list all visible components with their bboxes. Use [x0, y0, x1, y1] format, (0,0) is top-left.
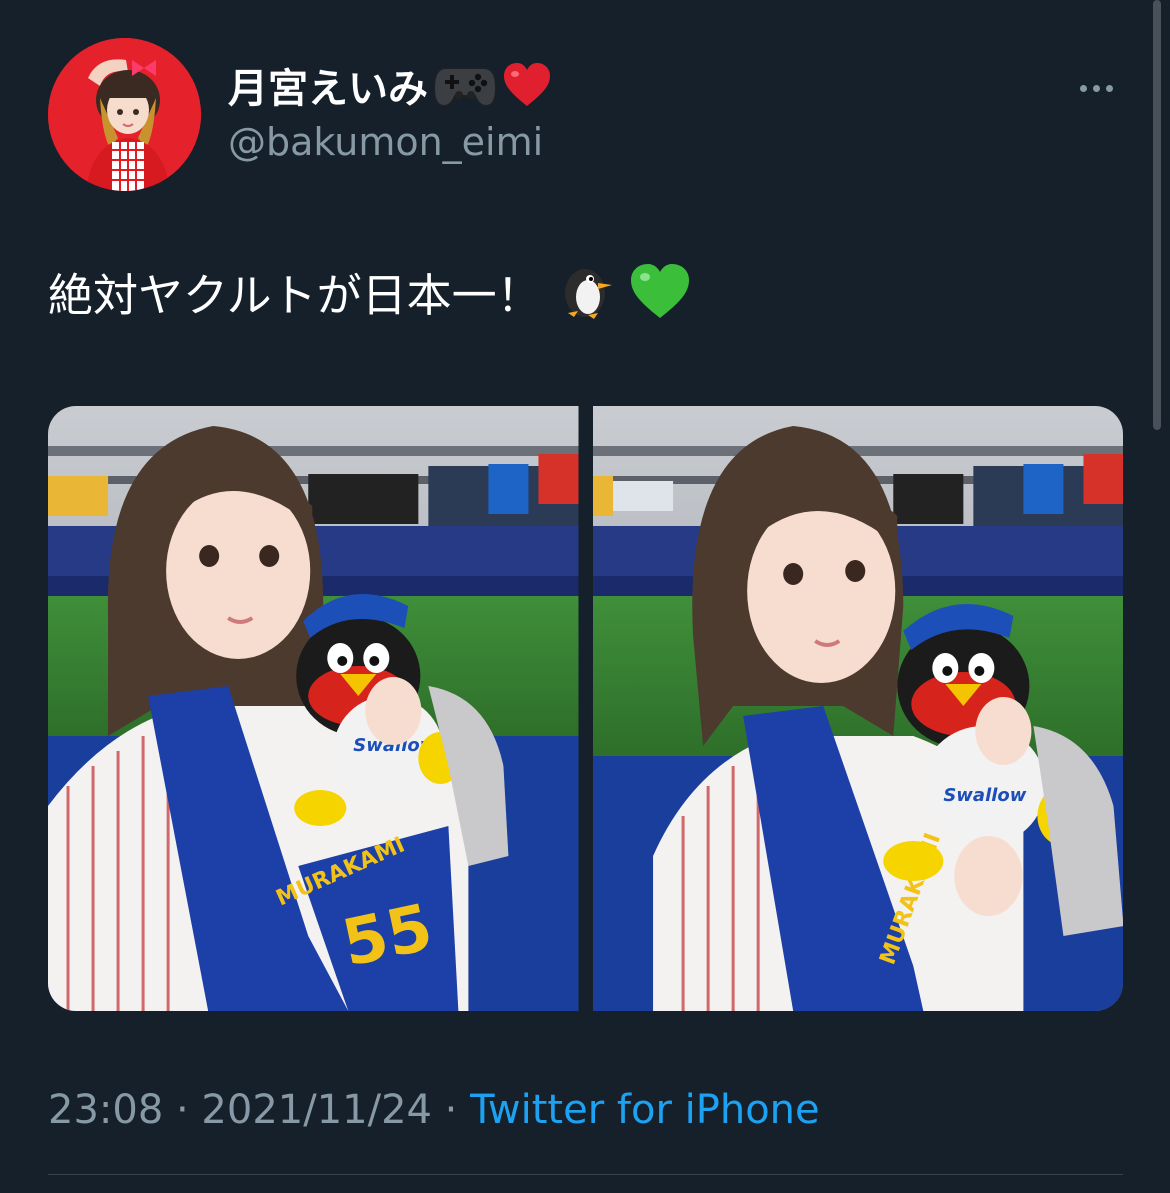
- scrollbar[interactable]: [1153, 0, 1161, 430]
- game-controller-icon: [432, 62, 498, 120]
- more-options-button[interactable]: [1068, 70, 1124, 106]
- timestamp[interactable]: 23:08 · 2021/11/24 ·: [48, 1087, 470, 1133]
- display-name-row[interactable]: 月宮えいみ: [228, 62, 552, 120]
- plush-logo: Swallow: [943, 785, 1026, 806]
- green-heart-icon: [628, 262, 692, 336]
- avatar[interactable]: [48, 38, 201, 191]
- media-grid: 55 MURAKAMI Swallows MURAKAMI Swallow: [48, 406, 1123, 1011]
- tweet-photo-1[interactable]: 55 MURAKAMI Swallows: [48, 406, 579, 1011]
- divider: [48, 1174, 1123, 1175]
- tweet-text: 絶対ヤクルトが日本一！: [48, 269, 542, 322]
- user-handle[interactable]: @bakumon_eimi: [228, 118, 543, 166]
- red-heart-icon: [502, 62, 552, 120]
- tweet-photo-2[interactable]: MURAKAMI Swallow: [592, 406, 1123, 1011]
- more-dot: [1105, 84, 1113, 92]
- tweet-text-row: 絶対ヤクルトが日本一！: [48, 262, 692, 336]
- more-dot: [1092, 84, 1100, 92]
- tweet-meta: 23:08 · 2021/11/24 · Twitter for iPhone: [48, 1084, 820, 1136]
- penguin-icon: [554, 263, 616, 335]
- tweet-detail: 月宮えいみ @bakumon_eimi 絶対ヤクルトが日本一！ 55 MURAK…: [0, 0, 1170, 1193]
- source-link[interactable]: Twitter for iPhone: [470, 1087, 820, 1133]
- more-dots-icon: [1079, 84, 1087, 92]
- display-name[interactable]: 月宮えいみ: [228, 66, 428, 112]
